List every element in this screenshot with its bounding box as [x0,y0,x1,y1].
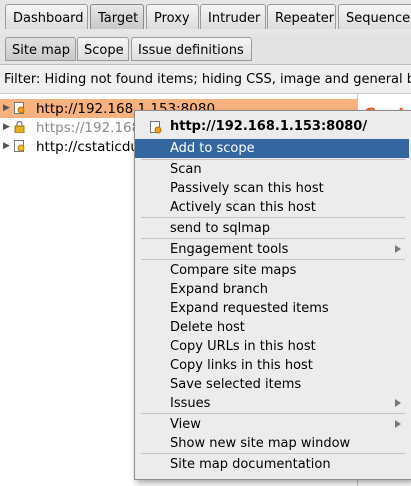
tab-proxy[interactable]: Proxy [146,4,199,29]
menu-item-delete-host[interactable]: Delete host [135,318,409,337]
expand-arrow-icon[interactable]: ▶ [3,122,10,132]
menu-item-view[interactable]: View [135,415,409,434]
tab-sequencer[interactable]: Sequencer [338,4,411,29]
tab-repeater[interactable]: Repeater [267,4,336,29]
menu-item-label: Expand branch [170,282,268,297]
menu-item-site-map-docs[interactable]: Site map documentation [135,455,409,474]
tree-node-label: http://cstaticdu [36,139,139,155]
menu-item-label: View [170,417,201,432]
menu-item-label: Compare site maps [170,263,297,278]
expand-arrow-icon[interactable]: ▶ [3,141,10,151]
menu-separator [141,453,405,454]
menu-item-compare-site-maps[interactable]: Compare site maps [135,261,409,280]
menu-item-label: Actively scan this host [170,200,316,215]
menu-item-expand-requested[interactable]: Expand requested items [135,299,409,318]
tab-label: Dashboard [13,11,84,26]
context-menu-header: http://192.168.1.153:8080/ [135,116,409,138]
tree-node-label: https://192.168 [36,120,141,136]
menu-item-expand-branch[interactable]: Expand branch [135,280,409,299]
host-icon [150,121,162,134]
target-subtab-bar: Site map Scope Issue definitions [0,34,411,65]
tab-label: Proxy [154,11,190,26]
menu-item-scan[interactable]: Scan [135,160,409,179]
tab-target[interactable]: Target [90,4,144,29]
context-menu: http://192.168.1.153:8080/ Add to scope … [134,110,411,480]
menu-separator [141,259,405,260]
lock-icon [14,121,25,133]
tab-label: Repeater [275,11,335,26]
subtab-label: Scope [84,43,124,58]
main-tab-bar: Dashboard Target Proxy Intruder Repeater… [0,0,411,35]
menu-item-label: Add to scope [170,141,255,156]
menu-item-label: Passively scan this host [170,181,324,196]
menu-item-save-selected[interactable]: Save selected items [135,375,409,394]
menu-item-engagement-tools[interactable]: Engagement tools [135,240,409,259]
submenu-arrow-icon [395,399,401,407]
menu-item-label: Save selected items [170,377,302,392]
submenu-arrow-icon [395,420,401,428]
filter-bar[interactable]: Filter: Hiding not found items; hiding C… [0,65,411,94]
menu-item-label: Site map documentation [170,457,331,472]
tab-label: Target [98,11,139,26]
menu-item-passive-scan[interactable]: Passively scan this host [135,179,409,198]
menu-separator [141,238,405,239]
subtab-label: Site map [12,43,70,58]
menu-item-new-site-map-window[interactable]: Show new site map window [135,434,409,453]
context-menu-title: http://192.168.1.153:8080/ [170,119,368,134]
menu-item-add-to-scope[interactable]: Add to scope [135,139,409,158]
subtab-issue-definitions[interactable]: Issue definitions [131,37,252,61]
filter-text: Filter: Hiding not found items; hiding C… [4,72,411,87]
subtab-site-map[interactable]: Site map [5,37,76,61]
menu-item-copy-urls[interactable]: Copy URLs in this host [135,337,409,356]
host-icon [14,140,25,152]
tab-label: Intruder [208,11,261,26]
menu-separator [141,413,405,414]
menu-item-label: Issues [170,396,211,411]
menu-item-active-scan[interactable]: Actively scan this host [135,198,409,217]
menu-item-copy-links[interactable]: Copy links in this host [135,356,409,375]
menu-item-label: Delete host [170,320,245,335]
tab-dashboard[interactable]: Dashboard [5,4,88,29]
menu-separator [141,217,405,218]
menu-item-label: Engagement tools [170,242,289,257]
subtab-label: Issue definitions [138,43,244,58]
menu-item-label: Expand requested items [170,301,329,316]
tab-intruder[interactable]: Intruder [200,4,266,29]
menu-item-label: Copy URLs in this host [170,339,316,354]
menu-item-issues[interactable]: Issues [135,394,409,413]
host-icon [14,102,25,114]
expand-arrow-icon[interactable]: ▶ [3,103,10,113]
menu-item-label: send to sqlmap [170,221,271,236]
menu-item-label: Scan [170,162,202,177]
menu-item-label: Copy links in this host [170,358,313,373]
menu-item-send-to-sqlmap[interactable]: send to sqlmap [135,219,409,238]
submenu-arrow-icon [395,245,401,253]
subtab-scope[interactable]: Scope [77,37,129,61]
tab-label: Sequencer [346,11,411,26]
menu-item-label: Show new site map window [170,436,351,451]
